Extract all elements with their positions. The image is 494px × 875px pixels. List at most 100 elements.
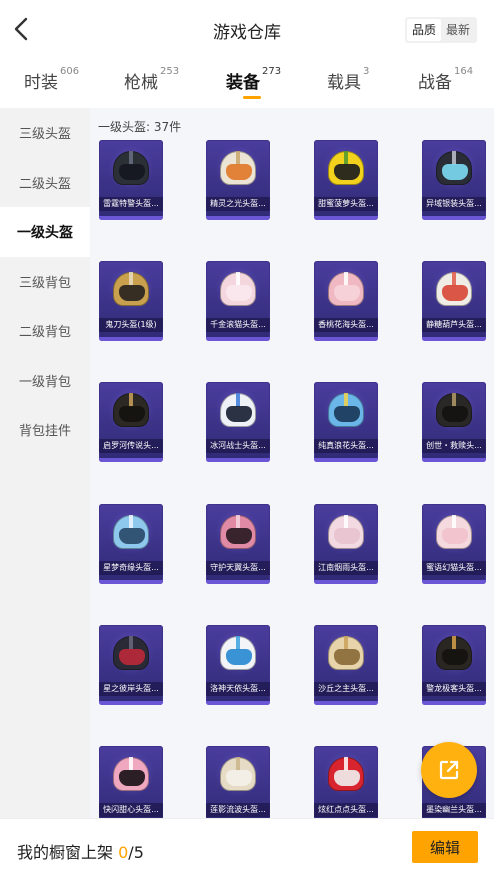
helmet-item-card[interactable]: 莲影流波头盔...	[206, 746, 270, 818]
tab-weapons[interactable]: 枪械253	[124, 66, 180, 93]
sidebar-item-backpack-charm[interactable]: 背包挂件	[0, 405, 90, 455]
helmet-stripe	[452, 272, 456, 286]
helmet-item-card[interactable]: 异域银装头盔...	[422, 140, 486, 220]
helmet-item-card[interactable]: 快闪甜心头盔...	[99, 746, 163, 818]
tab-fashion[interactable]: 时装606	[24, 66, 79, 93]
tab-count: 3	[363, 66, 370, 77]
helmet-item-card[interactable]: 警龙极客头盔...	[422, 625, 486, 705]
helmet-visor	[119, 649, 145, 665]
helmet-visor	[119, 164, 145, 180]
tab-supplies[interactable]: 战备164	[418, 66, 474, 93]
quality-bar	[99, 216, 163, 220]
header-bar: 游戏仓库 品质 最新	[0, 0, 494, 58]
helmet-item-card[interactable]: 千金滚猫头盔...	[206, 261, 270, 341]
item-name: 江南烟雨头盔...	[314, 561, 378, 575]
item-name: 洛神天依头盔...	[206, 682, 270, 696]
helmet-stripe	[236, 757, 240, 771]
helmet-item-card[interactable]: 星之彼岸头盔...	[99, 625, 163, 705]
quality-bar	[206, 458, 270, 462]
item-name: 千金滚猫头盔...	[206, 318, 270, 332]
quality-bar	[314, 337, 378, 341]
helmet-visor	[334, 406, 360, 422]
quality-bar	[99, 458, 163, 462]
helmet-visor	[442, 164, 468, 180]
helmet-stripe	[452, 151, 456, 165]
quality-bar	[206, 337, 270, 341]
quality-bar	[422, 580, 486, 584]
helmet-item-card[interactable]: 雷霆特警头盔...	[99, 140, 163, 220]
helmet-item-card[interactable]: 蜜语幻猫头盔...	[422, 504, 486, 584]
helmet-item-card[interactable]: 香桃花海头盔...	[314, 261, 378, 341]
item-name: 墨染幽兰头盔...	[422, 803, 486, 817]
sidebar-item-level2-backpack[interactable]: 二级背包	[0, 306, 90, 356]
helmet-item-card[interactable]: 纯真浪花头盔...	[314, 382, 378, 462]
tab-label: 装备	[226, 73, 260, 93]
item-name: 创世・救赎头...	[422, 439, 486, 453]
quality-bar	[99, 580, 163, 584]
sidebar-item-level2-helmet[interactable]: 二级头盔	[0, 158, 90, 208]
helmet-item-card[interactable]: 江南烟雨头盔...	[314, 504, 378, 584]
helmet-stripe	[236, 515, 240, 529]
tab-count: 164	[454, 66, 474, 77]
sidebar-item-level3-helmet[interactable]: 三级头盔	[0, 108, 90, 158]
helmet-item-card[interactable]: 冰河战士头盔...	[206, 382, 270, 462]
item-name: 警龙极客头盔...	[422, 682, 486, 696]
helmet-item-card[interactable]: 星梦奇缘头盔...	[99, 504, 163, 584]
helmet-item-card[interactable]: 守护天翼头盔...	[206, 504, 270, 584]
sort-toggle: 品质 最新	[405, 17, 478, 43]
sort-option-latest[interactable]: 最新	[441, 19, 475, 41]
item-name: 星之彼岸头盔...	[99, 682, 163, 696]
helmet-visor	[226, 406, 252, 422]
helmet-stripe	[452, 515, 456, 529]
helmet-visor	[334, 649, 360, 665]
helmet-item-card[interactable]: 甜蜜菠萝头盔...	[314, 140, 378, 220]
helmet-item-card[interactable]: 炫红点点头盔...	[314, 746, 378, 818]
shelf-label: 我的橱窗上架	[17, 843, 114, 862]
helmet-stripe	[129, 636, 133, 650]
helmet-visor	[442, 406, 468, 422]
tab-count: 253	[160, 66, 180, 77]
tab-label: 载具	[327, 73, 361, 93]
helmet-stripe	[344, 515, 348, 529]
tab-equipment[interactable]: 装备273	[226, 66, 281, 93]
item-name: 沙丘之主头盔...	[314, 682, 378, 696]
quality-bar	[422, 337, 486, 341]
helmet-stripe	[129, 757, 133, 771]
helmet-item-card[interactable]: 启罗河传说头...	[99, 382, 163, 462]
helmet-item-card[interactable]: 洛神天依头盔...	[206, 625, 270, 705]
helmet-stripe	[236, 393, 240, 407]
helmet-visor	[226, 528, 252, 544]
helmet-visor	[226, 649, 252, 665]
quality-bar	[206, 216, 270, 220]
helmet-stripe	[129, 515, 133, 529]
item-name: 莲影流波头盔...	[206, 803, 270, 817]
quality-bar	[314, 216, 378, 220]
item-name: 炫红点点头盔...	[314, 803, 378, 817]
category-tabs: 时装606 枪械253 装备273 载具3 战备164	[0, 60, 494, 106]
helmet-item-card[interactable]: 创世・救赎头...	[422, 382, 486, 462]
helmet-item-card[interactable]: 精灵之光头盔...	[206, 140, 270, 220]
item-name: 雷霆特警头盔...	[99, 197, 163, 211]
helmet-stripe	[344, 636, 348, 650]
edit-button[interactable]: 编辑	[412, 831, 478, 863]
helmet-item-card[interactable]: 鬼刀头盔(1级)	[99, 261, 163, 341]
helmet-stripe	[452, 393, 456, 407]
item-name: 精灵之光头盔...	[206, 197, 270, 211]
section-label: 一级头盔: 37件	[98, 120, 182, 134]
helmet-stripe	[129, 272, 133, 286]
sort-option-quality[interactable]: 品质	[407, 19, 442, 41]
shelf-current-count: 0	[118, 843, 129, 862]
tab-vehicles[interactable]: 载具3	[327, 66, 370, 93]
item-name: 快闪甜心头盔...	[99, 803, 163, 817]
item-name: 启罗河传说头...	[99, 439, 163, 453]
item-name: 蜜语幻猫头盔...	[422, 561, 486, 575]
helmet-item-card[interactable]: 静糖葫芦头盔...	[422, 261, 486, 341]
helmet-visor	[226, 164, 252, 180]
quality-bar	[314, 580, 378, 584]
sidebar-item-level1-helmet[interactable]: 一级头盔	[0, 207, 90, 257]
sidebar-item-level3-backpack[interactable]: 三级背包	[0, 257, 90, 307]
sidebar-item-level1-backpack[interactable]: 一级背包	[0, 356, 90, 406]
share-external-icon	[439, 760, 459, 780]
helmet-item-card[interactable]: 沙丘之主头盔...	[314, 625, 378, 705]
share-button[interactable]	[421, 742, 477, 798]
